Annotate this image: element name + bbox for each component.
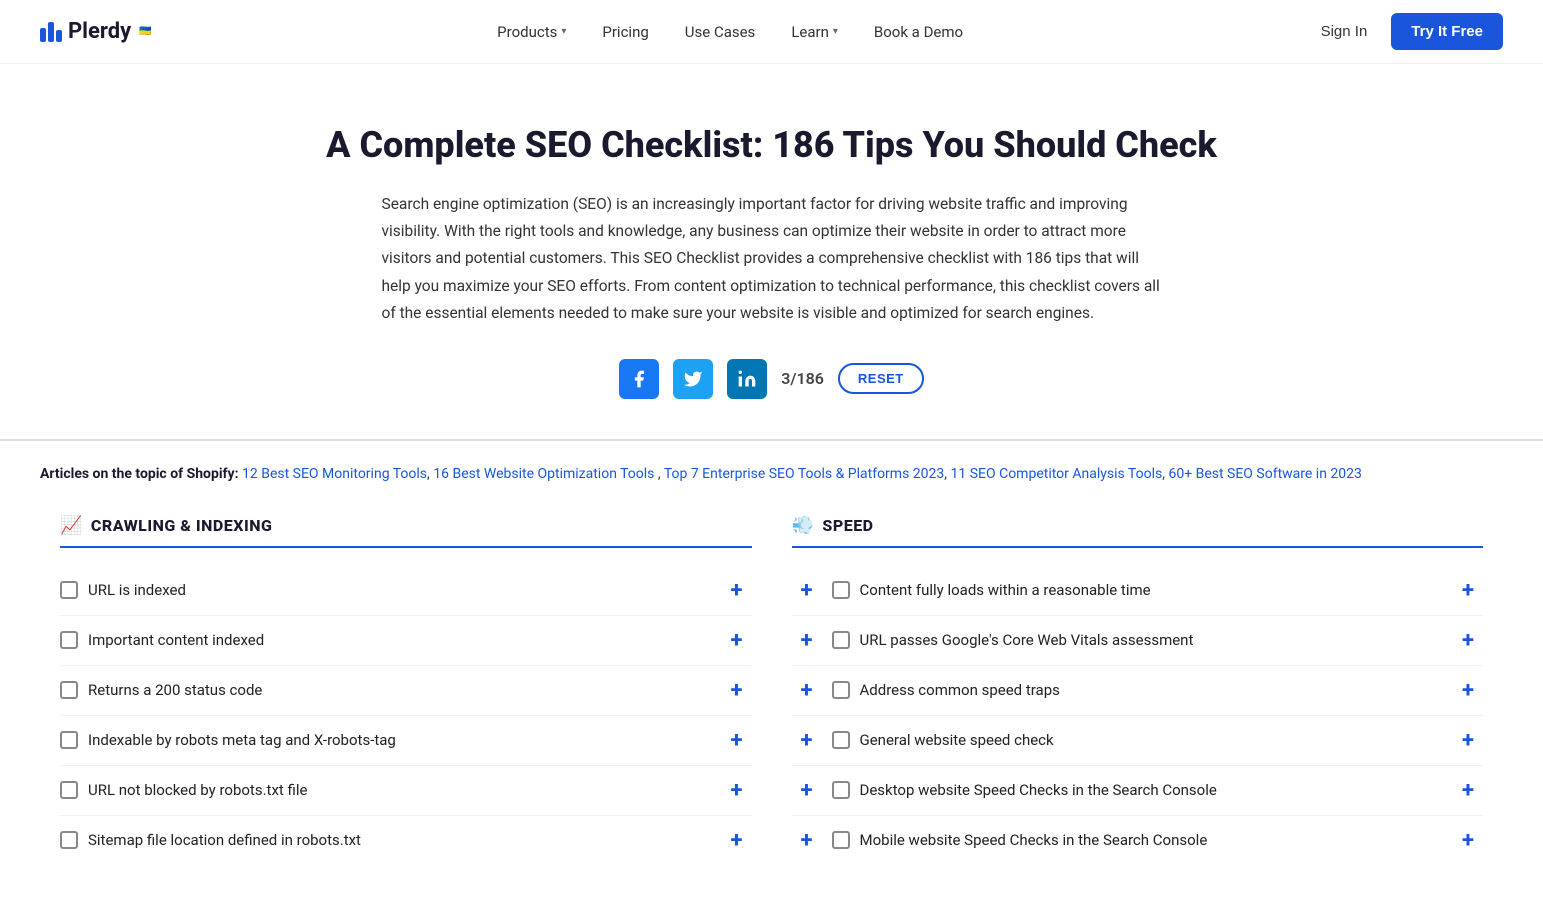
expand-button[interactable]: + <box>722 578 752 603</box>
crawling-indexing-col: 📈 CRAWLING & INDEXING URL is indexed + I… <box>40 515 772 865</box>
list-item: + Address common speed traps + <box>792 666 1484 716</box>
article-link-1[interactable]: 12 Best SEO Monitoring Tools <box>242 466 427 482</box>
checklist-section: 📈 CRAWLING & INDEXING URL is indexed + I… <box>0 505 1543 905</box>
nav-learn[interactable]: Learn ▾ <box>777 15 852 49</box>
twitter-icon[interactable] <box>673 359 713 399</box>
header-actions: Sign In Try It Free <box>1309 13 1503 50</box>
expand-button[interactable]: + <box>792 778 822 803</box>
item-label: Mobile website Speed Checks in the Searc… <box>860 831 1444 849</box>
facebook-icon[interactable] <box>619 359 659 399</box>
chevron-down-icon: ▾ <box>561 26 566 37</box>
item-label: URL passes Google's Core Web Vitals asse… <box>860 631 1444 649</box>
expand-button[interactable]: + <box>1453 728 1483 753</box>
expand-button[interactable]: + <box>1453 578 1483 603</box>
speed-icon: 💨 <box>792 515 815 536</box>
expand-button[interactable]: + <box>1453 828 1483 853</box>
item-label: General website speed check <box>860 731 1444 749</box>
item-label: Sitemap file location defined in robots.… <box>88 831 712 849</box>
expand-button[interactable]: + <box>1453 628 1483 653</box>
logo-text: Plerdy <box>68 19 131 44</box>
checkbox-robots-meta[interactable] <box>60 731 78 749</box>
expand-button[interactable]: + <box>792 578 822 603</box>
expand-button[interactable]: + <box>792 728 822 753</box>
list-item: URL is indexed + <box>60 566 752 616</box>
checkbox-content-loads[interactable] <box>832 581 850 599</box>
list-item: Sitemap file location defined in robots.… <box>60 816 752 865</box>
list-item: + URL passes Google's Core Web Vitals as… <box>792 616 1484 666</box>
checkbox-desktop-speed[interactable] <box>832 781 850 799</box>
checkbox-general-speed[interactable] <box>832 731 850 749</box>
expand-button[interactable]: + <box>792 628 822 653</box>
expand-button[interactable]: + <box>722 728 752 753</box>
article-link-5[interactable]: 60+ Best SEO Software in 2023 <box>1168 466 1361 482</box>
expand-button[interactable]: + <box>722 828 752 853</box>
expand-button[interactable]: + <box>722 778 752 803</box>
logo[interactable]: Plerdy 🇺🇦 <box>40 19 152 44</box>
nav-products[interactable]: Products ▾ <box>483 15 580 49</box>
checkbox-sitemap[interactable] <box>60 831 78 849</box>
header: Plerdy 🇺🇦 Products ▾ Pricing Use Cases L… <box>0 0 1543 64</box>
social-row: 3/186 RESET <box>200 359 1343 399</box>
checkbox-url-indexed[interactable] <box>60 581 78 599</box>
try-free-button[interactable]: Try It Free <box>1391 13 1503 50</box>
item-label: URL is indexed <box>88 581 712 599</box>
checklist-counter: 3/186 <box>781 369 824 388</box>
hero-description: Search engine optimization (SEO) is an i… <box>382 191 1162 327</box>
speed-title: SPEED <box>822 516 873 535</box>
expand-button[interactable]: + <box>722 628 752 653</box>
item-label: Indexable by robots meta tag and X-robot… <box>88 731 712 749</box>
item-label: Address common speed traps <box>860 681 1444 699</box>
checkbox-200-status[interactable] <box>60 681 78 699</box>
checkbox-robots-txt[interactable] <box>60 781 78 799</box>
list-item: + Content fully loads within a reasonabl… <box>792 566 1484 616</box>
article-link-2[interactable]: 16 Best Website Optimization Tools <box>433 466 654 482</box>
page-title: A Complete SEO Checklist: 186 Tips You S… <box>200 124 1343 167</box>
list-item: + Desktop website Speed Checks in the Se… <box>792 766 1484 816</box>
logo-icon <box>40 22 62 42</box>
checkbox-mobile-speed[interactable] <box>832 831 850 849</box>
nav-use-cases[interactable]: Use Cases <box>671 15 770 49</box>
list-item: URL not blocked by robots.txt file + <box>60 766 752 816</box>
expand-button[interactable]: + <box>792 828 822 853</box>
nav-book-demo[interactable]: Book a Demo <box>860 15 977 49</box>
sign-in-button[interactable]: Sign In <box>1309 15 1380 48</box>
item-label: Desktop website Speed Checks in the Sear… <box>860 781 1444 799</box>
expand-button[interactable]: + <box>792 678 822 703</box>
list-item: Returns a 200 status code + <box>60 666 752 716</box>
main-nav: Products ▾ Pricing Use Cases Learn ▾ Boo… <box>483 15 977 49</box>
list-item: Indexable by robots meta tag and X-robot… <box>60 716 752 766</box>
nav-pricing[interactable]: Pricing <box>588 15 662 49</box>
chevron-down-icon: ▾ <box>833 26 838 37</box>
expand-button[interactable]: + <box>1453 678 1483 703</box>
checkbox-speed-traps[interactable] <box>832 681 850 699</box>
hero-section: A Complete SEO Checklist: 186 Tips You S… <box>0 64 1543 439</box>
articles-bar: Articles on the topic of Shopify: 12 Bes… <box>0 441 1543 505</box>
crawling-icon: 📈 <box>60 515 83 536</box>
speed-header: 💨 SPEED <box>792 515 1484 548</box>
article-link-4[interactable]: 11 SEO Competitor Analysis Tools <box>951 466 1163 482</box>
list-item: + General website speed check + <box>792 716 1484 766</box>
list-item: Important content indexed + <box>60 616 752 666</box>
expand-button[interactable]: + <box>722 678 752 703</box>
checkbox-core-web-vitals[interactable] <box>832 631 850 649</box>
item-label: URL not blocked by robots.txt file <box>88 781 712 799</box>
linkedin-icon[interactable] <box>727 359 767 399</box>
logo-flag: 🇺🇦 <box>139 26 151 37</box>
item-label: Content fully loads within a reasonable … <box>860 581 1444 599</box>
reset-button[interactable]: RESET <box>838 363 924 394</box>
item-label: Returns a 200 status code <box>88 681 712 699</box>
crawling-title: CRAWLING & INDEXING <box>91 516 272 535</box>
speed-col: 💨 SPEED + Content fully loads within a r… <box>772 515 1504 865</box>
crawling-header: 📈 CRAWLING & INDEXING <box>60 515 752 548</box>
list-item: + Mobile website Speed Checks in the Sea… <box>792 816 1484 865</box>
articles-prefix: Articles on the topic of Shopify: <box>40 466 239 482</box>
article-link-3[interactable]: Top 7 Enterprise SEO Tools & Platforms 2… <box>664 466 944 482</box>
item-label: Important content indexed <box>88 631 712 649</box>
checkbox-content-indexed[interactable] <box>60 631 78 649</box>
expand-button[interactable]: + <box>1453 778 1483 803</box>
